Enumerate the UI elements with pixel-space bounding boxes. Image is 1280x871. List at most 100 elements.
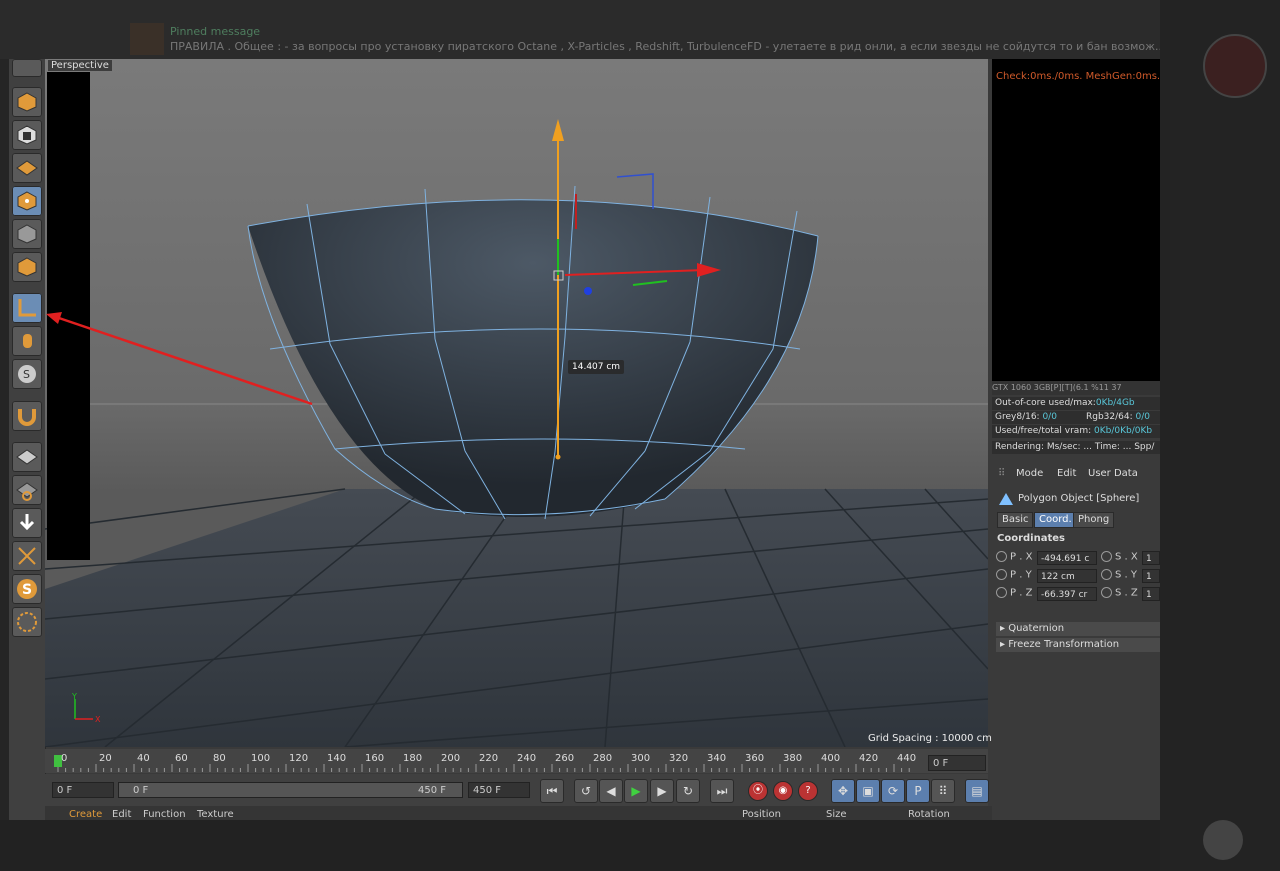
p-z-label: P . Z [1010, 587, 1033, 599]
timeline-tick-label: 320 [669, 753, 689, 764]
goto-end-icon[interactable]: ⏭ [710, 779, 734, 803]
menu-texture[interactable]: Texture [197, 809, 234, 820]
s-z-input[interactable]: 1 [1142, 587, 1160, 601]
s-y-label: S . Y [1115, 569, 1137, 581]
axis-x-label: X [95, 715, 101, 724]
viewport-label[interactable]: Perspective [48, 60, 112, 71]
s-z-wrap: S . Z [1101, 587, 1138, 603]
param-key-icon[interactable]: P [906, 779, 930, 803]
move-key-icon[interactable]: ✥ [831, 779, 855, 803]
timeline-tick-label: 260 [555, 753, 575, 764]
timeline-tick-label: 180 [403, 753, 423, 764]
p-x-input[interactable]: -494.691 c [1037, 551, 1097, 565]
polygons-mode-icon[interactable] [12, 252, 42, 282]
axis-mode-icon[interactable] [12, 293, 42, 323]
scale-key-icon[interactable]: ▣ [856, 779, 880, 803]
user-avatar[interactable] [1203, 820, 1243, 860]
timeline-tick-label: 340 [707, 753, 727, 764]
next-frame-icon[interactable]: ▶ [650, 779, 674, 803]
timeline-tick-label: 120 [289, 753, 309, 764]
timeline-tick-label: 420 [859, 753, 879, 764]
timeline-tick-label: 80 [213, 753, 226, 764]
play-icon[interactable]: ▶ [624, 779, 648, 803]
p-z-input[interactable]: -66.397 cr [1037, 587, 1097, 601]
anim-radio-icon[interactable] [1101, 551, 1112, 562]
tab-coord[interactable]: Coord. [1034, 512, 1077, 528]
import-arrow-icon[interactable] [12, 508, 42, 538]
attr-menubar: ⠿ Mode Edit User Data [992, 468, 1160, 486]
vram-stat: Used/free/total vram: 0Kb/0Kb/0Kb [992, 425, 1160, 438]
next-key-icon[interactable]: ↻ [676, 779, 700, 803]
tab-basic[interactable]: Basic [997, 512, 1034, 528]
texture-mode-icon[interactable] [12, 153, 42, 183]
end-frame-field[interactable]: 450 F [468, 782, 530, 798]
points-mode-icon[interactable] [12, 186, 42, 216]
object-title: Polygon Object [Sphere] [1018, 493, 1140, 504]
pinned-title[interactable]: Pinned message [170, 25, 260, 38]
prev-frame-icon[interactable]: ◀ [599, 779, 623, 803]
coord-row-x: P . X [996, 551, 1032, 567]
dimension-readout: 14.407 cm [568, 360, 625, 374]
tab-phong[interactable]: Phong [1073, 512, 1115, 528]
edges-mode-icon[interactable] [12, 219, 42, 249]
anim-radio-icon[interactable] [996, 587, 1007, 598]
symmetry-icon[interactable] [12, 541, 42, 571]
s-x-wrap: S . X [1101, 551, 1138, 567]
attr-menu-userdata[interactable]: User Data [1088, 468, 1138, 479]
toolbar-grip-icon[interactable] [12, 59, 42, 77]
timeline-tick-label: 0 [61, 753, 68, 764]
snap-magnet-icon[interactable] [12, 401, 42, 431]
keyframe-help-icon[interactable]: ? [798, 781, 818, 801]
attr-menu-edit[interactable]: Edit [1057, 468, 1076, 479]
workplane-icon[interactable] [12, 475, 42, 505]
make-editable-icon[interactable] [12, 87, 42, 117]
svg-text:S: S [23, 368, 30, 381]
rotate-key-icon[interactable]: ⟳ [881, 779, 905, 803]
gpu-status: GTX 1060 3GB[P][T](6.1 %11 37 [992, 381, 1160, 395]
live-viewer[interactable] [992, 59, 1160, 381]
col-position: Position [742, 809, 781, 820]
film-icon[interactable]: ▤ [965, 779, 989, 803]
anim-radio-icon[interactable] [996, 569, 1007, 580]
timeline-tick-label: 440 [897, 753, 917, 764]
texture-stat: Grey8/16: 0/0 Rgb32/64: 0/0 [992, 411, 1160, 424]
attr-menu-mode[interactable]: Mode [1016, 468, 1043, 479]
pinned-text[interactable]: ПРАВИЛА . Общее : - за вопросы про устан… [170, 40, 1160, 53]
s-x-label: S . X [1115, 551, 1138, 563]
coord-row-z: P . Z [996, 587, 1032, 603]
autokey-icon[interactable]: ◉ [773, 781, 793, 801]
annotation-arrow-icon [46, 312, 313, 406]
script-s-icon[interactable]: S [12, 574, 42, 604]
timeline-tick-label: 100 [251, 753, 271, 764]
s-y-input[interactable]: 1 [1142, 569, 1160, 583]
p-y-input[interactable]: 122 cm [1037, 569, 1097, 583]
s-y-wrap: S . Y [1101, 569, 1137, 585]
workplane-lock-icon[interactable] [12, 442, 42, 472]
start-frame-field[interactable]: 0 F [52, 782, 114, 798]
solo-icon[interactable]: S [12, 359, 42, 389]
s-x-input[interactable]: 1 [1142, 551, 1160, 565]
anim-radio-icon[interactable] [1101, 569, 1112, 580]
current-frame-field[interactable]: 0 F [928, 755, 986, 771]
group-avatar[interactable] [1203, 34, 1267, 98]
menu-edit[interactable]: Edit [112, 809, 131, 820]
menu-create[interactable]: Create [69, 809, 102, 820]
render-log: Check:0ms./0ms. MeshGen:0ms. Up [996, 71, 1160, 82]
anim-radio-icon[interactable] [996, 551, 1007, 562]
anim-radio-icon[interactable] [1101, 587, 1112, 598]
menu-function[interactable]: Function [143, 809, 186, 820]
quaternion-section[interactable]: ▸ Quaternion [996, 622, 1160, 636]
timeline-tick-label: 280 [593, 753, 613, 764]
freeze-section[interactable]: ▸ Freeze Transformation [996, 638, 1160, 652]
pla-key-icon[interactable]: ⠿ [931, 779, 955, 803]
checker-model-icon[interactable] [12, 120, 42, 150]
dotted-circle-icon[interactable] [12, 607, 42, 637]
axis-y-label: Y [71, 692, 77, 701]
record-icon[interactable]: ⦿ [748, 781, 768, 801]
goto-start-icon[interactable]: ⏮ [540, 779, 564, 803]
tweak-mode-icon[interactable] [12, 326, 42, 356]
s-z-label: S . Z [1115, 587, 1138, 599]
prev-key-icon[interactable]: ↺ [574, 779, 598, 803]
range-slider[interactable]: 0 F 450 F [118, 782, 463, 798]
grid-spacing: Grid Spacing : 10000 cm [868, 733, 992, 744]
